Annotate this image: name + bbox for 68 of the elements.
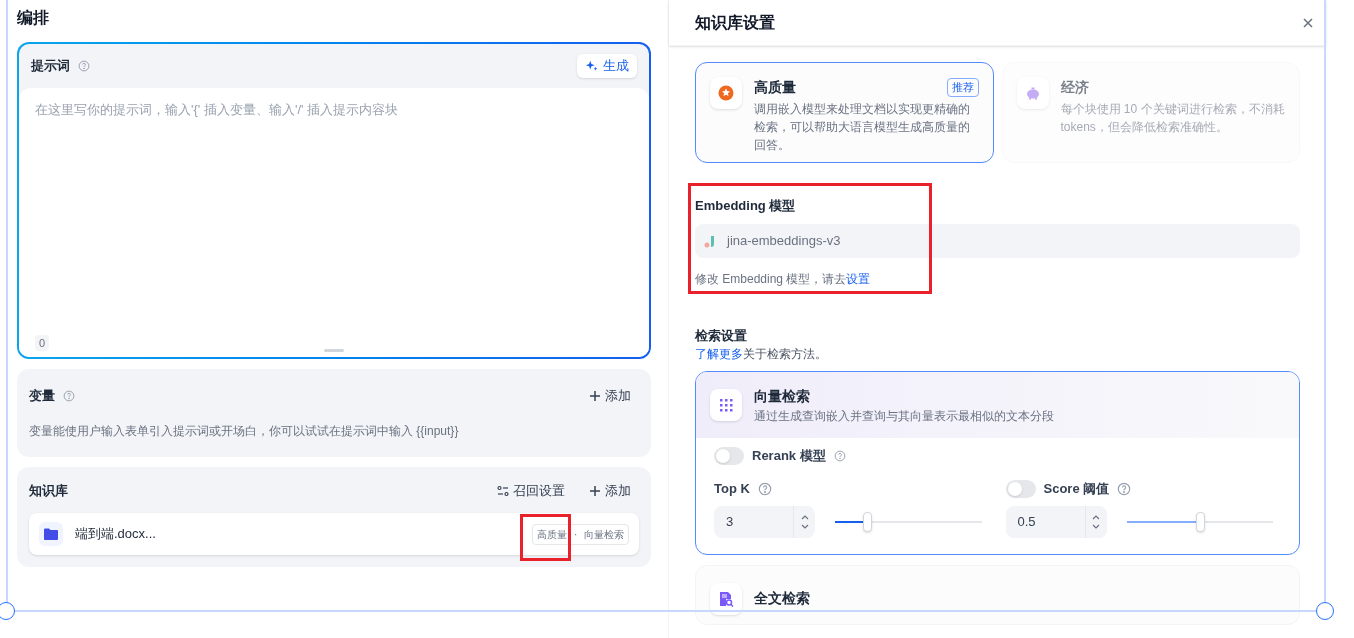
file-name: 端到端.docx... <box>75 525 156 544</box>
resize-handle[interactable] <box>1316 602 1334 620</box>
recall-settings-button[interactable]: 召回设置 <box>497 481 565 501</box>
section-title: 检索设置 <box>695 326 748 345</box>
generate-button[interactable]: 生成 <box>577 54 637 78</box>
help-icon <box>833 449 846 462</box>
highlight-frame <box>520 514 571 561</box>
model-name: jina-embeddings-v3 <box>727 231 841 250</box>
folder-icon <box>43 526 59 542</box>
section-title: 变量 <box>29 387 55 406</box>
slider-thumb[interactable] <box>1195 511 1205 532</box>
knowledge-item[interactable]: 端到端.docx... 高质量 · 向量检索 <box>29 513 639 555</box>
toggle-switch[interactable] <box>1005 479 1036 498</box>
help-icon <box>1117 481 1132 496</box>
character-count: 0 <box>35 334 50 352</box>
number-field[interactable]: 3 <box>714 505 815 538</box>
number-field[interactable]: 0.5 <box>1005 505 1107 538</box>
setting-label: Rerank 模型 <box>752 447 826 465</box>
field-label: Embedding 模型 <box>695 197 797 215</box>
index-mode-option[interactable]: 高质量 推荐 调用嵌入模型来处理文档以实现更精确的检索，可以帮助大语言模型生成高质量的回答。 <box>695 62 994 163</box>
recommended-badge: 推荐 <box>946 78 979 97</box>
number-value: 0.5 <box>1016 512 1037 531</box>
learn-more-link[interactable]: 了解更多 <box>695 347 743 361</box>
setting-label: Score 阈值 <box>1043 479 1110 498</box>
slider-thumb[interactable] <box>863 511 873 532</box>
help-icon <box>757 481 772 496</box>
method-title: 向量检索 <box>754 386 811 406</box>
toggle-switch[interactable] <box>714 446 744 465</box>
method-title: 全文检索 <box>754 589 810 608</box>
embedding-note: 修改 Embedding 模型，请去设置 <box>695 270 872 288</box>
sliders-icon <box>497 485 509 497</box>
number-value: 3 <box>725 512 735 531</box>
option-description: 每个块使用 10 个关键词进行检索，不消耗 tokens，但会降低检索准确性。 <box>1060 101 1285 136</box>
variables-description: 变量能使用户输入表单引入提示词或开场白，你可以试试在提示词中输入 {{input}} <box>29 422 460 440</box>
close-icon[interactable] <box>1302 16 1314 29</box>
setting-label: Top K <box>714 479 750 498</box>
dialog-title: 知识库设置 <box>695 12 775 33</box>
retrieval-method-card[interactable]: 向量检索 通过生成查询嵌入并查询与其向量表示最相似的文本分段 Rerank 模型 Top K 3 Score 阈值 0.5 <box>695 371 1300 555</box>
option-title: 经济 <box>1060 78 1089 97</box>
section-title: 提示词 <box>31 57 70 76</box>
panel-title: 编排 <box>17 8 50 28</box>
slider[interactable] <box>835 511 982 532</box>
plus-icon <box>589 485 601 497</box>
add-button[interactable]: 添加 <box>589 386 639 406</box>
star-badge-icon <box>718 85 734 101</box>
settings-link[interactable]: 设置 <box>846 271 871 286</box>
document-search-icon <box>718 590 734 607</box>
embedding-model-field[interactable]: jina-embeddings-v3 <box>695 223 1300 258</box>
section-title: 知识库 <box>29 482 68 501</box>
retrieval-method-card[interactable]: 全文检索 <box>695 564 1300 625</box>
grid-dots-icon <box>718 397 734 413</box>
resize-handle[interactable] <box>0 602 15 620</box>
add-button[interactable]: 添加 <box>589 481 631 501</box>
option-description: 调用嵌入模型来处理文档以实现更精确的检索，可以帮助大语言模型生成高质量的回答。 <box>754 101 971 154</box>
resize-handle[interactable] <box>324 349 344 352</box>
help-icon <box>78 60 90 72</box>
sparkle-icon <box>585 59 599 73</box>
learn-more-text: 了解更多关于检索方法。 <box>695 346 828 363</box>
index-tag: 高质量 · 向量检索 <box>532 523 629 545</box>
plus-icon <box>589 390 601 402</box>
option-title: 高质量 <box>754 78 796 97</box>
slider[interactable] <box>1126 511 1273 532</box>
method-description: 通过生成查询嵌入并查询与其向量表示最相似的文本分段 <box>754 407 1054 425</box>
index-mode-option[interactable]: 经济 每个块使用 10 个关键词进行检索，不消耗 tokens，但会降低检索准确性。 <box>1001 62 1300 163</box>
prompt-textarea[interactable]: 在这里写你的提示词，输入'{' 插入变量、输入'/' 插入提示内容块 <box>19 88 649 333</box>
piggy-bank-icon <box>1024 85 1041 101</box>
prompt-input-field[interactable]: 在这里写你的提示词，输入'{' 插入变量、输入'/' 插入提示内容块 0 <box>19 88 649 357</box>
help-icon <box>63 390 75 402</box>
